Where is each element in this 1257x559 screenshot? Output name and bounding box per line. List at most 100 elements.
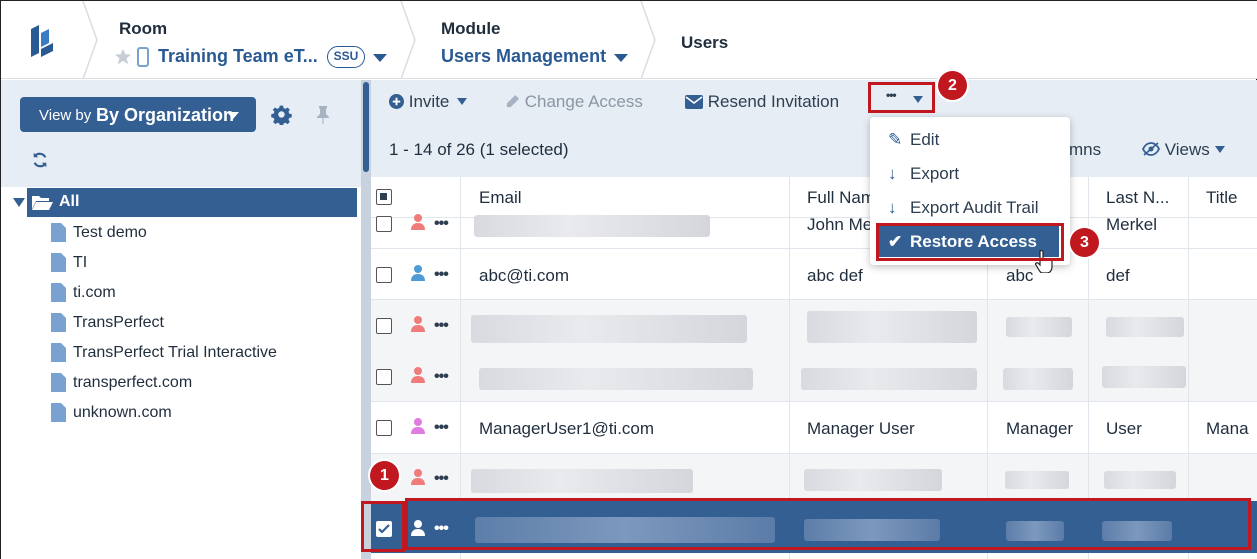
columns-button[interactable]: mns xyxy=(1069,140,1101,160)
redacted-cell xyxy=(807,311,977,343)
redacted-cell xyxy=(474,215,710,237)
open-folder-icon xyxy=(32,196,53,210)
invite-button[interactable]: Invite xyxy=(389,92,468,112)
change-access-label: Change Access xyxy=(524,92,643,111)
views-button[interactable]: Views xyxy=(1141,140,1225,160)
app-logo-icon[interactable] xyxy=(19,19,65,65)
row-actions-icon[interactable]: ••• xyxy=(434,266,449,284)
breadcrumb-separator-icon xyxy=(400,1,416,79)
row-actions-icon[interactable]: ••• xyxy=(434,368,449,386)
menu-item-export-audit-trail[interactable]: ↓ Export Audit Trail xyxy=(888,198,1039,218)
menu-item-edit-label: Edit xyxy=(910,130,940,149)
redacted-cell xyxy=(1106,317,1184,337)
user-icon xyxy=(411,367,425,383)
cell-first-name: Manager xyxy=(1006,419,1074,438)
column-header-last-name[interactable]: Last N... xyxy=(1106,188,1169,208)
redacted-cell xyxy=(1003,368,1073,390)
menu-item-edit[interactable]: ✎ Edit xyxy=(888,130,939,150)
redacted-cell xyxy=(1104,471,1176,489)
view-by-label: View by xyxy=(39,107,92,124)
pin-icon[interactable] xyxy=(315,105,331,125)
module-title: Module xyxy=(441,19,501,38)
room-title: Room xyxy=(119,19,168,38)
cell-email: ManagerUser1@ti.com xyxy=(479,419,655,438)
annotation-box-restore-access xyxy=(876,223,1064,261)
menu-item-export-audit-label: Export Audit Trail xyxy=(910,198,1039,217)
chevron-down-icon xyxy=(227,112,239,119)
column-header-title[interactable]: Title xyxy=(1206,188,1238,208)
users-breadcrumb: Users xyxy=(681,33,729,52)
tree-collapse-caret-icon[interactable] xyxy=(13,198,25,207)
sidebar-splitter[interactable] xyxy=(361,80,371,559)
redacted-cell xyxy=(801,368,977,390)
tree-item-label: TI xyxy=(73,254,88,271)
tree-item-label: TransPerfect xyxy=(73,314,164,331)
row-actions-icon[interactable]: ••• xyxy=(434,317,449,335)
tree-item-label: unknown.com xyxy=(73,404,172,421)
arrow-down-icon: ↓ xyxy=(888,164,897,183)
select-all-checkbox[interactable] xyxy=(376,189,392,205)
row-actions-icon[interactable]: ••• xyxy=(434,419,449,437)
resend-invitation-label: Resend Invitation xyxy=(707,92,840,111)
menu-item-export-label: Export xyxy=(910,164,960,183)
row-divider xyxy=(371,401,1257,402)
record-count: 1 - 14 of 26 (1 selected) xyxy=(389,140,569,159)
column-header-full-name[interactable]: Full Nam xyxy=(807,188,875,208)
refresh-icon[interactable] xyxy=(31,151,49,169)
views-label: Views xyxy=(1164,140,1210,159)
row-divider xyxy=(371,453,1257,454)
user-icon xyxy=(411,214,425,230)
redacted-cell xyxy=(471,469,693,493)
column-header-email[interactable]: Email xyxy=(479,188,522,208)
annotation-step-2: 2 xyxy=(938,71,967,100)
eye-icon xyxy=(1141,142,1161,156)
tree-item-label: ti.com xyxy=(73,284,116,301)
splitter-handle[interactable] xyxy=(363,82,369,172)
favorite-star-icon[interactable] xyxy=(114,48,132,66)
app-header xyxy=(1,1,1257,79)
annotation-step-3: 3 xyxy=(1070,228,1099,257)
view-by-value: By Organization xyxy=(96,105,235,125)
cell-last-name: Merkel xyxy=(1106,215,1158,234)
change-access-button[interactable]: Change Access xyxy=(505,92,643,112)
cell-full-name: John Me xyxy=(807,215,873,234)
row-actions-icon[interactable]: ••• xyxy=(434,470,449,488)
redacted-cell xyxy=(479,368,753,390)
breadcrumb-separator-icon xyxy=(82,1,98,79)
module-selector[interactable]: Users Management xyxy=(441,46,606,67)
pencil-icon: ✎ xyxy=(888,130,903,149)
cell-last-name: def xyxy=(1106,266,1130,285)
invite-label: Invite xyxy=(408,92,450,111)
settings-gear-icon[interactable] xyxy=(271,104,292,125)
row-checkbox[interactable] xyxy=(376,216,392,232)
room-selector[interactable]: Training Team eT... xyxy=(158,46,318,67)
row-checkbox[interactable] xyxy=(376,267,392,283)
user-icon xyxy=(411,469,425,485)
row-actions-icon[interactable]: ••• xyxy=(434,215,449,233)
row-checkbox[interactable] xyxy=(376,318,392,334)
document-icon xyxy=(51,313,66,332)
cell-full-name: abc def xyxy=(807,266,863,285)
document-icon xyxy=(51,223,66,242)
plus-circle-icon xyxy=(389,94,404,109)
document-icon xyxy=(51,403,66,422)
cell-email: abc@ti.com xyxy=(479,266,570,285)
document-icon xyxy=(51,343,66,362)
cell-full-name: Manager User xyxy=(807,419,915,438)
annotation-box-row-checkbox xyxy=(361,501,405,552)
row-checkbox[interactable] xyxy=(376,369,392,385)
chevron-down-icon xyxy=(1214,146,1225,153)
annotation-step-1: 1 xyxy=(370,461,399,490)
tree-item-all[interactable]: All xyxy=(27,188,357,217)
redacted-cell xyxy=(1005,471,1069,489)
cell-first-name: abc xyxy=(1006,266,1034,285)
redacted-cell xyxy=(1006,317,1072,337)
row-divider xyxy=(371,299,1257,300)
module-dropdown-chevron-down-icon[interactable] xyxy=(614,54,628,62)
room-dropdown-chevron-down-icon[interactable] xyxy=(373,54,387,62)
view-by-dropdown[interactable]: View by By Organization xyxy=(20,97,256,132)
menu-item-export[interactable]: ↓ Export xyxy=(888,164,959,184)
cell-title: Mana xyxy=(1206,419,1249,438)
resend-invitation-button[interactable]: Resend Invitation xyxy=(685,92,839,112)
row-checkbox[interactable] xyxy=(376,420,392,436)
